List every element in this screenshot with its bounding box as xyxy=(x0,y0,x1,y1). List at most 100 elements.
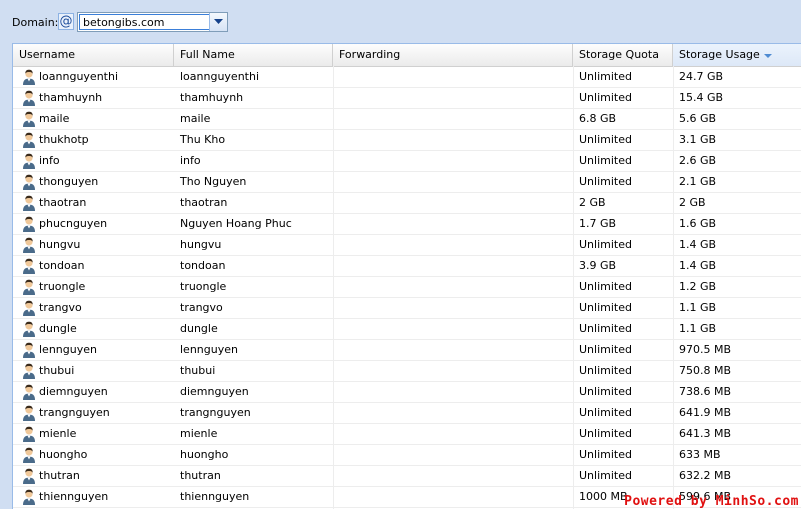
cell-storage-usage: 738.6 MB xyxy=(679,385,732,398)
table-row[interactable]: thamhuynh thamhuynh Unlimited 15.4 GB xyxy=(13,88,801,109)
cell-storage-quota: Unlimited xyxy=(579,238,632,251)
cell-username: loannguyenthi xyxy=(39,70,119,83)
cell-storage-usage: 1.1 GB xyxy=(679,301,717,314)
table-row[interactable]: hungvu hungvu Unlimited 1.4 GB xyxy=(13,235,801,256)
table-row[interactable]: truongle truongle Unlimited 1.2 GB xyxy=(13,277,801,298)
table-row[interactable]: huongho huongho Unlimited 633 MB xyxy=(13,445,801,466)
column-header-storage-quota-label: Storage Quota xyxy=(579,48,659,61)
column-header-full-name-label: Full Name xyxy=(180,48,235,61)
cell-username: thaotran xyxy=(39,196,87,209)
column-header-full-name[interactable]: Full Name xyxy=(174,44,333,66)
table-row[interactable]: info info Unlimited 2.6 GB xyxy=(13,151,801,172)
cell-full-name: loannguyenthi xyxy=(180,70,260,83)
cell-storage-usage: 641.3 MB xyxy=(679,427,732,440)
cell-username: thubui xyxy=(39,364,75,377)
table-row[interactable]: thonguyen Tho Nguyen Unlimited 2.1 GB xyxy=(13,172,801,193)
cell-username: maile xyxy=(39,112,70,125)
column-header-forwarding-label: Forwarding xyxy=(339,48,401,61)
table-row[interactable]: thubui thubui Unlimited 750.8 MB xyxy=(13,361,801,382)
domain-label: Domain: xyxy=(12,16,59,29)
chevron-down-icon[interactable] xyxy=(209,13,227,31)
cell-full-name: dungle xyxy=(180,322,218,335)
column-header-username-label: Username xyxy=(19,48,76,61)
cell-storage-quota: 3.9 GB xyxy=(579,259,617,272)
cell-full-name: Tho Nguyen xyxy=(180,175,247,188)
cell-forwarding xyxy=(333,445,573,465)
cell-storage-quota: Unlimited xyxy=(579,301,632,314)
cell-forwarding xyxy=(333,424,573,444)
cell-storage-quota: 1.7 GB xyxy=(579,217,617,230)
cell-forwarding xyxy=(333,151,573,171)
table-row[interactable]: thukhotp Thu Kho Unlimited 3.1 GB xyxy=(13,130,801,151)
cell-full-name: thutran xyxy=(180,469,221,482)
table-row[interactable]: trangvo trangvo Unlimited 1.1 GB xyxy=(13,298,801,319)
table-row[interactable]: loannguyenthi loannguyenthi Unlimited 24.7 … xyxy=(13,67,801,88)
column-header-storage-quota[interactable]: Storage Quota xyxy=(573,44,673,66)
table-row[interactable]: thaotran thaotran 2 GB 2 GB xyxy=(13,193,801,214)
cell-storage-usage: 3.1 GB xyxy=(679,133,717,146)
cell-storage-usage: 1.2 GB xyxy=(679,280,717,293)
table-row[interactable]: lennguyen lennguyen Unlimited 970.5 MB xyxy=(13,340,801,361)
cell-forwarding xyxy=(333,109,573,129)
domain-combobox[interactable] xyxy=(77,12,228,32)
cell-storage-quota: Unlimited xyxy=(579,91,632,104)
cell-full-name: thaotran xyxy=(180,196,228,209)
cell-forwarding xyxy=(333,487,573,507)
cell-storage-quota: 6.8 GB xyxy=(579,112,617,125)
column-header-storage-usage[interactable]: Storage Usage xyxy=(673,44,801,66)
table-row[interactable]: trangnguyen trangnguyen Unlimited 641.9 MB xyxy=(13,403,801,424)
sort-desc-icon xyxy=(763,44,772,66)
table-row[interactable]: phucnguyen Nguyen Hoang Phuc 1.7 GB 1.6 GB xyxy=(13,214,801,235)
column-header-forwarding[interactable]: Forwarding xyxy=(333,44,573,66)
cell-storage-quota: Unlimited xyxy=(579,133,632,146)
cell-full-name: thiennguyen xyxy=(180,490,250,503)
cell-storage-usage: 970.5 MB xyxy=(679,343,732,356)
cell-storage-usage: 2.1 GB xyxy=(679,175,717,188)
cell-storage-quota: Unlimited xyxy=(579,364,632,377)
cell-storage-quota: Unlimited xyxy=(579,469,632,482)
cell-forwarding xyxy=(333,382,573,402)
table-row[interactable]: mienle mienle Unlimited 641.3 MB xyxy=(13,424,801,445)
cell-forwarding xyxy=(333,67,573,87)
table-row[interactable]: dungle dungle Unlimited 1.1 GB xyxy=(13,319,801,340)
cell-forwarding xyxy=(333,466,573,486)
cell-username: trangnguyen xyxy=(39,406,110,419)
cell-username: info xyxy=(39,154,60,167)
cell-forwarding xyxy=(333,319,573,339)
cell-storage-quota: Unlimited xyxy=(579,406,632,419)
cell-full-name: trangnguyen xyxy=(180,406,251,419)
cell-username: thonguyen xyxy=(39,175,99,188)
cell-forwarding xyxy=(333,340,573,360)
cell-full-name: lennguyen xyxy=(180,343,238,356)
table-row[interactable]: diemnguyen diemnguyen Unlimited 738.6 MB xyxy=(13,382,801,403)
cell-full-name: thamhuynh xyxy=(180,91,244,104)
cell-forwarding xyxy=(333,361,573,381)
cell-storage-usage: 1.4 GB xyxy=(679,238,717,251)
domain-input[interactable] xyxy=(79,14,210,30)
cell-forwarding xyxy=(333,214,573,234)
cell-storage-usage: 2 GB xyxy=(679,196,706,209)
mailbox-grid: Username Full Name Forwarding Storage Qu… xyxy=(12,43,801,509)
cell-full-name: Nguyen Hoang Phuc xyxy=(180,217,292,230)
cell-username: tondoan xyxy=(39,259,85,272)
table-row[interactable]: thutran thutran Unlimited 632.2 MB xyxy=(13,466,801,487)
cell-username: diemnguyen xyxy=(39,385,108,398)
cell-username: mienle xyxy=(39,427,77,440)
cell-storage-usage: 5.6 GB xyxy=(679,112,717,125)
cell-forwarding xyxy=(333,403,573,423)
column-header-username[interactable]: Username xyxy=(13,44,174,66)
cell-username: hungvu xyxy=(39,238,81,251)
cell-forwarding xyxy=(333,235,573,255)
cell-username: thukhotp xyxy=(39,133,89,146)
cell-forwarding xyxy=(333,130,573,150)
watermark: Powered by MinhSo.com xyxy=(624,494,799,509)
cell-storage-quota: 2 GB xyxy=(579,196,606,209)
cell-username: thiennguyen xyxy=(39,490,109,503)
cell-storage-usage: 2.6 GB xyxy=(679,154,717,167)
cell-full-name: huongho xyxy=(180,448,229,461)
cell-forwarding xyxy=(333,193,573,213)
table-row[interactable]: tondoan tondoan 3.9 GB 1.4 GB xyxy=(13,256,801,277)
cell-forwarding xyxy=(333,256,573,276)
cell-storage-quota: Unlimited xyxy=(579,175,632,188)
table-row[interactable]: maile maile 6.8 GB 5.6 GB xyxy=(13,109,801,130)
